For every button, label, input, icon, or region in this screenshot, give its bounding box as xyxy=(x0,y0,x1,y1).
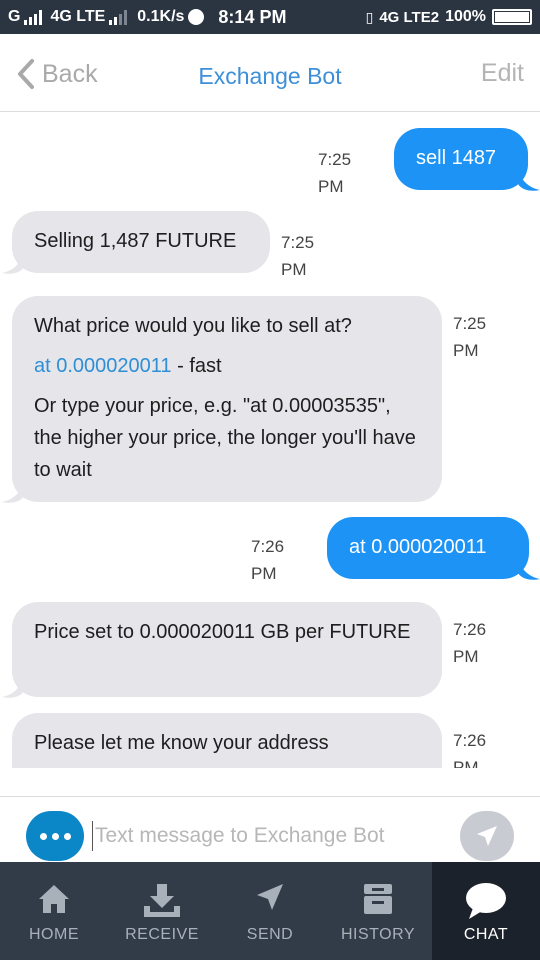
more-options-button[interactable] xyxy=(26,811,84,861)
network-label-2: 4G LTE2 xyxy=(379,8,440,26)
tab-send[interactable]: SEND xyxy=(216,862,324,960)
incoming-message: Price set to 0.000020011 GB per FUTURE xyxy=(12,602,442,697)
tab-chat[interactable]: CHAT xyxy=(432,862,540,960)
signal-icon xyxy=(109,9,128,25)
tab-bar: HOME RECEIVE SEND HISTORY CHAT xyxy=(0,862,540,960)
download-icon xyxy=(144,884,180,917)
message-composer xyxy=(0,796,540,862)
battery-percent: 100% xyxy=(445,8,486,25)
page-title: Exchange Bot xyxy=(198,63,342,89)
message-text: Or type your price, e.g. "at 0.00003535"… xyxy=(34,395,416,481)
message-text: Selling 1,487 FUTURE xyxy=(34,230,237,252)
battery-icon xyxy=(492,9,532,25)
bubble-tail xyxy=(2,482,24,503)
status-bar: G 4G LTE 0.1K/s 8:14 PM ▯ 4G LTE2 100% xyxy=(0,0,540,34)
outgoing-message: at 0.000020011 xyxy=(327,517,529,579)
message-timestamp: 7:26 PM xyxy=(453,731,487,768)
network-label: 4G LTE xyxy=(50,8,106,25)
message-text: Please let me know your address xyxy=(34,732,329,754)
message-timestamp: 7:25 PM xyxy=(318,150,352,196)
message-text: sell 1487 xyxy=(416,147,497,169)
clock: 8:14 PM xyxy=(218,6,287,27)
message-text: at 0.000020011 xyxy=(349,536,487,558)
tab-label: RECEIVE xyxy=(125,926,199,943)
navigation-bar: Back Exchange Bot Edit xyxy=(0,34,540,112)
price-option-link[interactable]: at 0.000020011 xyxy=(34,355,172,377)
carrier-label: G xyxy=(8,8,21,25)
signal-icon xyxy=(24,9,43,25)
messenger-icon xyxy=(188,9,205,25)
send-message-button[interactable] xyxy=(460,811,514,861)
dot-icon xyxy=(51,832,59,840)
bubble-tail xyxy=(518,170,540,191)
dot-icon xyxy=(39,832,47,840)
archive-icon xyxy=(364,884,392,914)
incoming-message: Selling 1,487 FUTURE xyxy=(12,211,270,273)
message-timestamp: 7:25 PM xyxy=(281,233,315,279)
message-text: What price would you like to sell at? xyxy=(34,315,352,337)
message-timestamp: 7:26 PM xyxy=(453,620,487,666)
incoming-message: Please let me know your address xyxy=(12,713,442,768)
tab-receive[interactable]: RECEIVE xyxy=(108,862,216,960)
tab-label: HOME xyxy=(29,926,79,943)
message-timestamp: 7:26 PM xyxy=(251,537,285,583)
edit-button[interactable]: Edit xyxy=(481,59,524,88)
dot-icon xyxy=(63,832,71,840)
home-icon xyxy=(39,885,69,913)
bubble-tail xyxy=(518,559,540,580)
price-option[interactable]: at 0.000020011 - fast xyxy=(34,350,420,382)
message-timestamp: 7:25 PM xyxy=(453,314,487,360)
vibrate-icon: ▯ xyxy=(365,8,374,25)
incoming-message: What price would you like to sell at? at… xyxy=(12,296,442,502)
outgoing-message: sell 1487 xyxy=(394,128,528,190)
tab-home[interactable]: HOME xyxy=(0,862,108,960)
speed-label: 0.1K/s xyxy=(137,8,185,25)
bubble-tail xyxy=(2,677,24,698)
send-icon xyxy=(257,884,283,910)
tab-history[interactable]: HISTORY xyxy=(324,862,432,960)
tab-label: HISTORY xyxy=(340,926,416,943)
message-input[interactable] xyxy=(92,821,442,851)
message-text: Price set to 0.000020011 GB per FUTURE xyxy=(34,621,411,643)
paper-plane-icon xyxy=(477,826,497,846)
bubble-tail xyxy=(2,253,24,274)
tab-label: SEND xyxy=(246,926,294,943)
tab-label: CHAT xyxy=(463,926,509,943)
chat-bubble-icon xyxy=(466,883,506,919)
chat-thread[interactable]: 7:25 PM sell 1487 Selling 1,487 FUTURE 7… xyxy=(0,112,540,768)
price-option-suffix: - fast xyxy=(171,355,222,377)
